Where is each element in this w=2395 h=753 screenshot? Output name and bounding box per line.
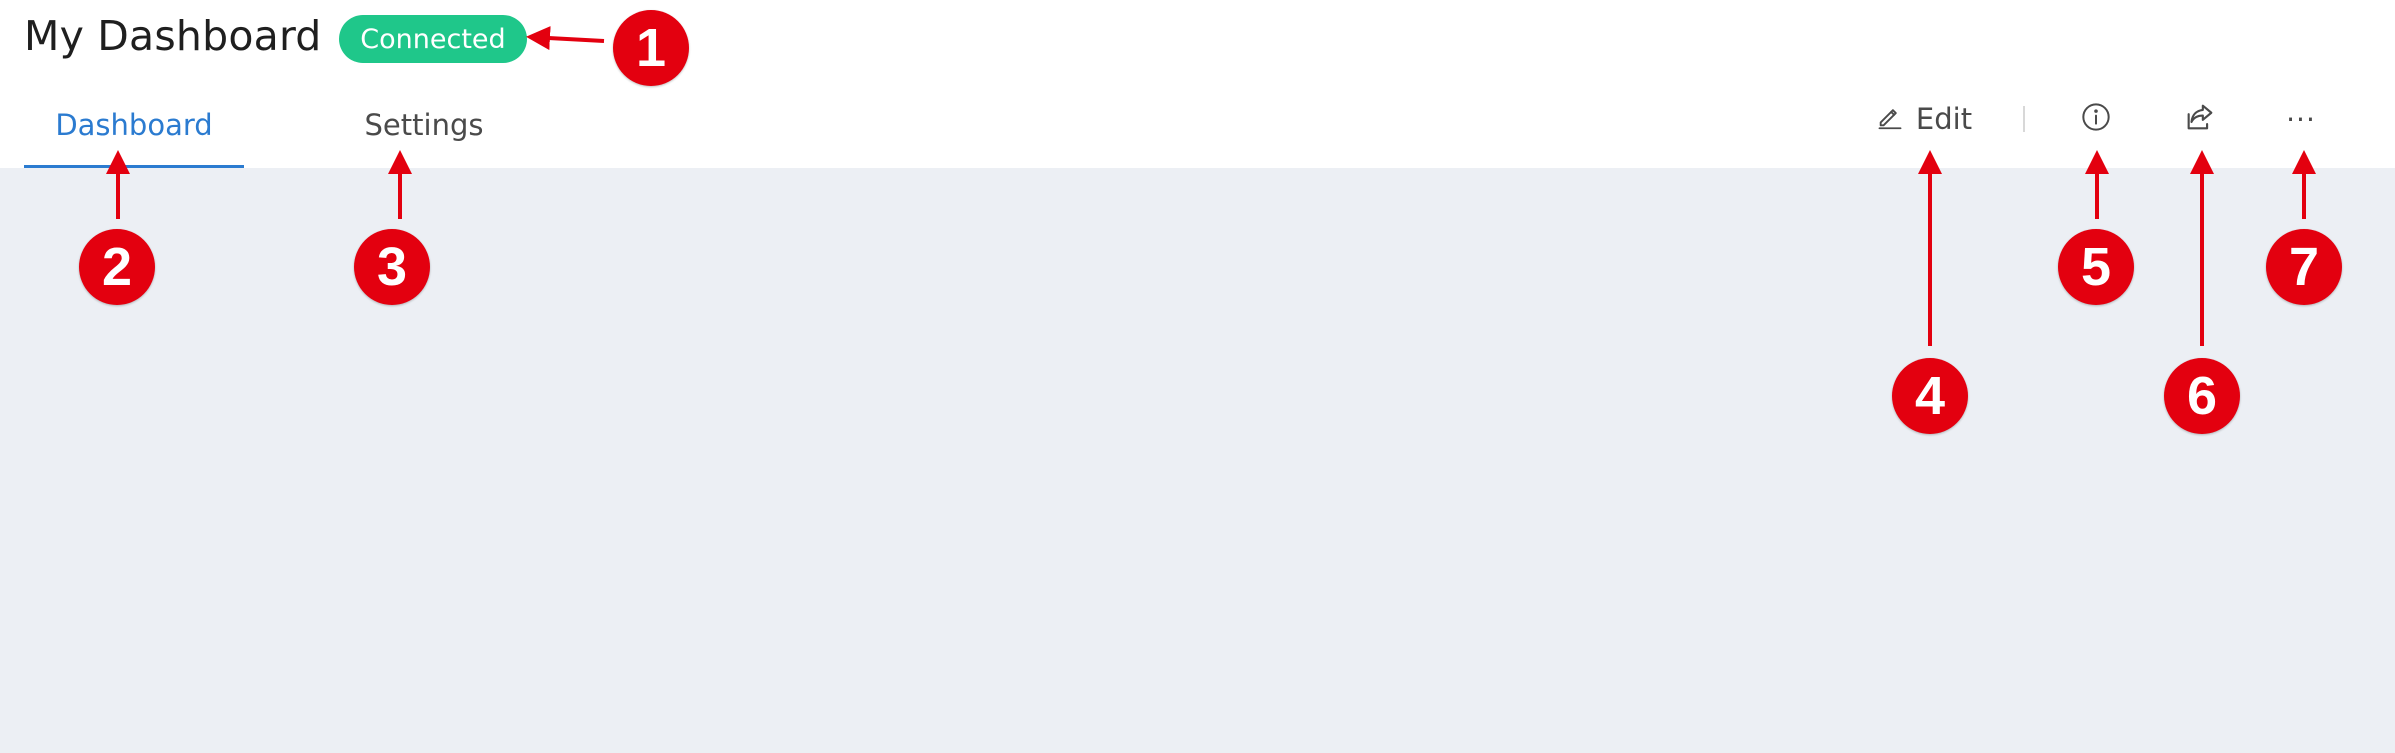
toolbar: Edit ···	[1850, 90, 2370, 150]
callout-2: 2	[79, 229, 155, 305]
edit-button-label: Edit	[1915, 102, 1973, 136]
share-button[interactable]	[2180, 96, 2220, 142]
callout-3: 3	[354, 229, 430, 305]
tab-settings[interactable]: Settings	[314, 90, 534, 168]
page-title: My Dashboard	[24, 12, 322, 60]
toolbar-divider	[2023, 106, 2025, 132]
info-circle-icon	[2080, 101, 2112, 137]
callout-1: 1	[613, 10, 689, 86]
more-options-button[interactable]: ···	[2281, 96, 2321, 142]
info-button[interactable]	[2076, 96, 2116, 142]
header-bar: My Dashboard Connected Dashboard Setting…	[0, 0, 2395, 168]
tab-settings-label: Settings	[364, 108, 484, 142]
callout-4: 4	[1892, 358, 1968, 434]
edit-button[interactable]: Edit	[1864, 96, 1984, 142]
callout-7: 7	[2266, 229, 2342, 305]
tab-dashboard-label: Dashboard	[55, 108, 213, 142]
more-horizontal-icon: ···	[2286, 102, 2316, 136]
connection-status-badge: Connected	[339, 15, 527, 63]
share-icon	[2183, 100, 2217, 138]
callout-6: 6	[2164, 358, 2240, 434]
tab-bar: Dashboard Settings	[24, 90, 544, 168]
pencil-icon	[1876, 102, 1904, 137]
callout-5: 5	[2058, 229, 2134, 305]
tab-dashboard[interactable]: Dashboard	[24, 90, 244, 168]
